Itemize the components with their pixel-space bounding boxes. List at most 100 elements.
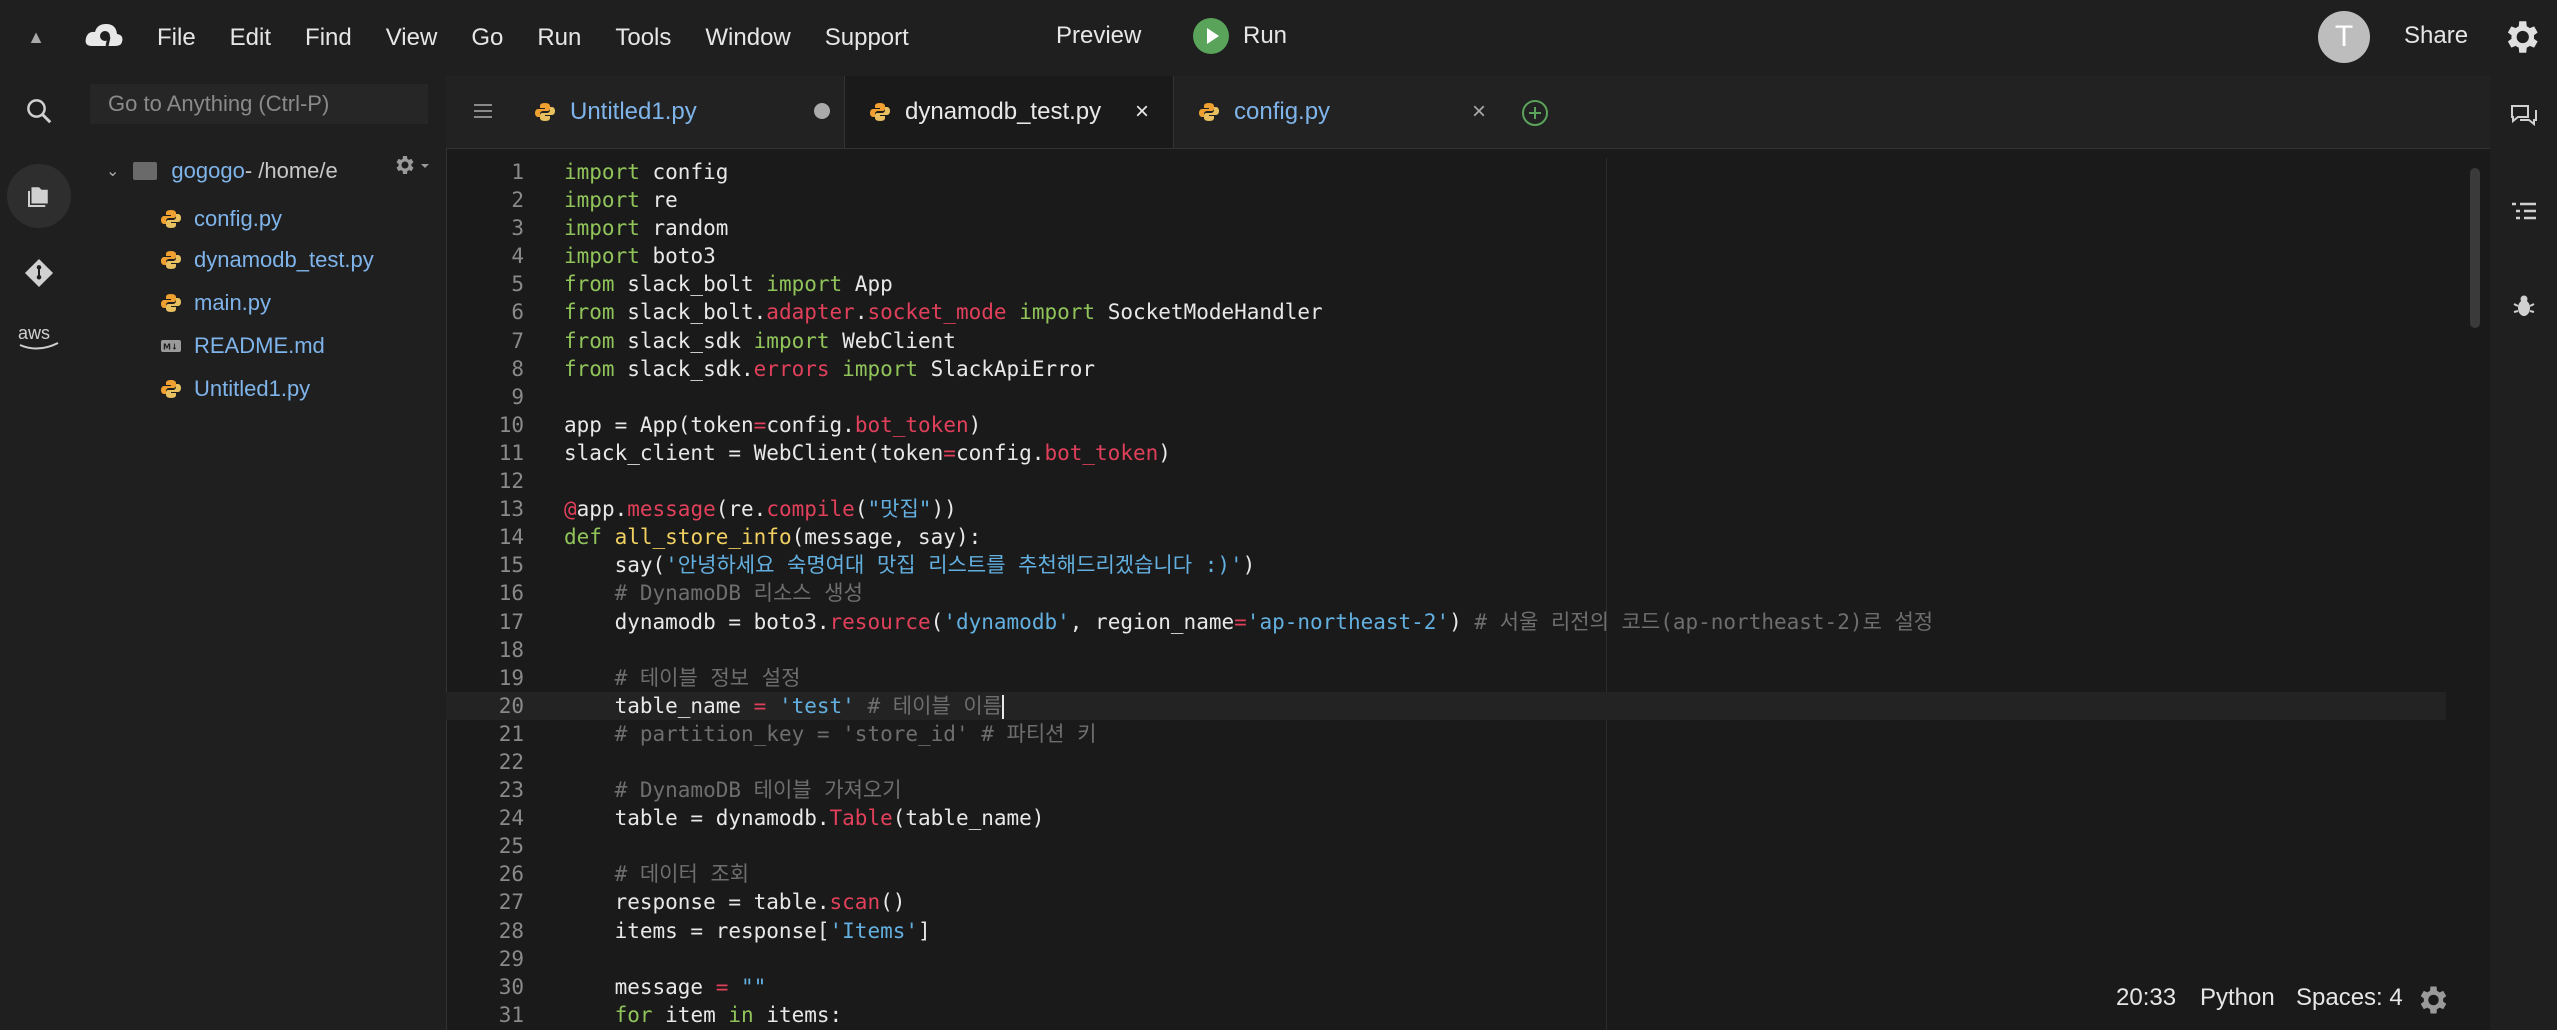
menu-view[interactable]: View bbox=[386, 24, 438, 52]
editor-scrollbar[interactable] bbox=[2470, 168, 2480, 328]
outline-icon[interactable] bbox=[2508, 196, 2540, 228]
cursor-position[interactable]: 20:33 bbox=[2116, 984, 2176, 1012]
tree-file-config[interactable]: config.py bbox=[160, 206, 282, 232]
code-line[interactable]: 19 # 테이블 정보 설정 bbox=[446, 664, 2446, 692]
line-number[interactable]: 12 bbox=[446, 467, 524, 495]
menu-window[interactable]: Window bbox=[705, 24, 790, 52]
code-line[interactable]: 29 bbox=[446, 945, 2446, 973]
line-number[interactable]: 2 bbox=[446, 186, 524, 214]
language-mode[interactable]: Python bbox=[2200, 984, 2275, 1012]
tree-root-folder[interactable]: ⌄ gogogo - /home/e bbox=[106, 158, 338, 184]
preview-button[interactable]: Preview bbox=[1056, 22, 1141, 50]
chat-icon[interactable] bbox=[2508, 100, 2540, 132]
code-line[interactable]: 1 import config bbox=[446, 158, 2446, 186]
line-number[interactable]: 21 bbox=[446, 720, 524, 748]
line-number[interactable]: 9 bbox=[446, 383, 524, 411]
line-number[interactable]: 27 bbox=[446, 888, 524, 916]
chevron-down-icon[interactable]: ⌄ bbox=[106, 161, 119, 181]
code-line[interactable]: 3 import random bbox=[446, 214, 2446, 242]
code-line[interactable]: 21 # partition_key = 'store_id' # 파티션 키 bbox=[446, 720, 2446, 748]
code-line[interactable]: 7 from slack_sdk import WebClient bbox=[446, 327, 2446, 355]
line-number[interactable]: 6 bbox=[446, 298, 524, 326]
line-number[interactable]: 20 bbox=[446, 692, 524, 720]
menu-support[interactable]: Support bbox=[825, 24, 909, 52]
gear-icon[interactable] bbox=[2500, 16, 2542, 58]
collapse-menu-icon[interactable]: ▲ bbox=[26, 22, 46, 52]
line-number[interactable]: 22 bbox=[446, 748, 524, 776]
code-line[interactable]: 24 table = dynamodb.Table(table_name) bbox=[446, 804, 2446, 832]
line-number[interactable]: 19 bbox=[446, 664, 524, 692]
line-number[interactable]: 13 bbox=[446, 495, 524, 523]
git-icon[interactable] bbox=[14, 248, 64, 298]
code-line[interactable]: 22 bbox=[446, 748, 2446, 776]
code-line[interactable]: 25 bbox=[446, 832, 2446, 860]
tree-settings-gear-icon[interactable] bbox=[392, 150, 432, 180]
line-number[interactable]: 18 bbox=[446, 636, 524, 664]
line-number[interactable]: 26 bbox=[446, 860, 524, 888]
tab-menu-icon[interactable] bbox=[472, 100, 494, 122]
unsaved-dot-icon[interactable] bbox=[814, 103, 830, 119]
code-line[interactable]: 28 items = response['Items'] bbox=[446, 917, 2446, 945]
status-gear-icon[interactable] bbox=[2414, 982, 2450, 1018]
menu-find[interactable]: Find bbox=[305, 24, 352, 52]
debugger-bug-icon[interactable] bbox=[2508, 290, 2540, 322]
code-line[interactable]: 5 from slack_bolt import App bbox=[446, 270, 2446, 298]
code-line[interactable]: 4 import boto3 bbox=[446, 242, 2446, 270]
line-number[interactable]: 16 bbox=[446, 579, 524, 607]
line-number[interactable]: 15 bbox=[446, 551, 524, 579]
code-line[interactable]: 10 app = App(token=config.bot_token) bbox=[446, 411, 2446, 439]
code-line[interactable]: 13 @app.message(re.compile("맛집")) bbox=[446, 495, 2446, 523]
tree-file-dynamodb-test[interactable]: dynamodb_test.py bbox=[160, 247, 374, 273]
line-number[interactable]: 17 bbox=[446, 608, 524, 636]
line-number[interactable]: 10 bbox=[446, 411, 524, 439]
line-number[interactable]: 4 bbox=[446, 242, 524, 270]
line-number[interactable]: 5 bbox=[446, 270, 524, 298]
code-line[interactable]: 8 from slack_sdk.errors import SlackApiEr… bbox=[446, 355, 2446, 383]
close-icon[interactable]: × bbox=[1472, 98, 1486, 126]
code-line[interactable]: 14 def all_store_info(message, say): bbox=[446, 523, 2446, 551]
code-line[interactable]: 20 table_name = 'test' # 테이블 이름 bbox=[446, 691, 2446, 720]
code-line[interactable]: 16 # DynamoDB 리소스 생성 bbox=[446, 579, 2446, 607]
tab-untitled1[interactable]: Untitled1.py bbox=[510, 76, 844, 148]
code-line[interactable]: 6 from slack_bolt.adapter.socket_mode imp… bbox=[446, 298, 2446, 326]
close-icon[interactable]: × bbox=[1135, 98, 1149, 126]
avatar[interactable]: T bbox=[2318, 11, 2370, 63]
line-number[interactable]: 14 bbox=[446, 523, 524, 551]
aws-icon[interactable]: aws bbox=[14, 312, 64, 362]
code-line[interactable]: 26 # 데이터 조회 bbox=[446, 860, 2446, 888]
menu-go[interactable]: Go bbox=[471, 24, 503, 52]
line-number[interactable]: 31 bbox=[446, 1001, 524, 1029]
tree-file-main[interactable]: main.py bbox=[160, 290, 271, 316]
line-number[interactable]: 1 bbox=[446, 158, 524, 186]
line-number[interactable]: 11 bbox=[446, 439, 524, 467]
line-number[interactable]: 24 bbox=[446, 804, 524, 832]
indent-setting[interactable]: Spaces: 4 bbox=[2296, 984, 2403, 1012]
add-tab-icon[interactable] bbox=[1520, 98, 1550, 128]
code-line[interactable]: 9 bbox=[446, 383, 2446, 411]
goto-anything-input[interactable]: Go to Anything (Ctrl-P) bbox=[90, 84, 428, 124]
code-line[interactable]: 11 slack_client = WebClient(token=config.… bbox=[446, 439, 2446, 467]
line-number[interactable]: 3 bbox=[446, 214, 524, 242]
menu-file[interactable]: File bbox=[157, 24, 196, 52]
share-button[interactable]: Share bbox=[2404, 22, 2468, 50]
code-line[interactable]: 15 say('안녕하세요 숙명여대 맛집 리스트를 추천해드리겠습니다 :)'… bbox=[446, 551, 2446, 579]
cloud9-logo-icon[interactable] bbox=[82, 16, 126, 60]
code-line[interactable]: 27 response = table.scan() bbox=[446, 888, 2446, 916]
menu-edit[interactable]: Edit bbox=[230, 24, 271, 52]
run-button[interactable]: Run bbox=[1193, 18, 1287, 54]
line-number[interactable]: 25 bbox=[446, 832, 524, 860]
line-number[interactable]: 28 bbox=[446, 917, 524, 945]
line-number[interactable]: 30 bbox=[446, 973, 524, 1001]
menu-tools[interactable]: Tools bbox=[615, 24, 671, 52]
line-number[interactable]: 7 bbox=[446, 327, 524, 355]
code-line[interactable]: 2 import re bbox=[446, 186, 2446, 214]
code-line[interactable]: 18 bbox=[446, 636, 2446, 664]
line-number[interactable]: 29 bbox=[446, 945, 524, 973]
code-line[interactable]: 23 # DynamoDB 테이블 가져오기 bbox=[446, 776, 2446, 804]
tree-file-readme[interactable]: M↓ README.md bbox=[160, 333, 325, 359]
tab-config[interactable]: config.py × bbox=[1174, 76, 1510, 148]
code-editor[interactable]: 1 import config 2 import re 3 import random 4 i… bbox=[446, 158, 2446, 1029]
files-icon[interactable] bbox=[7, 164, 71, 228]
search-icon[interactable] bbox=[14, 86, 64, 136]
tree-file-untitled1[interactable]: Untitled1.py bbox=[160, 376, 310, 402]
